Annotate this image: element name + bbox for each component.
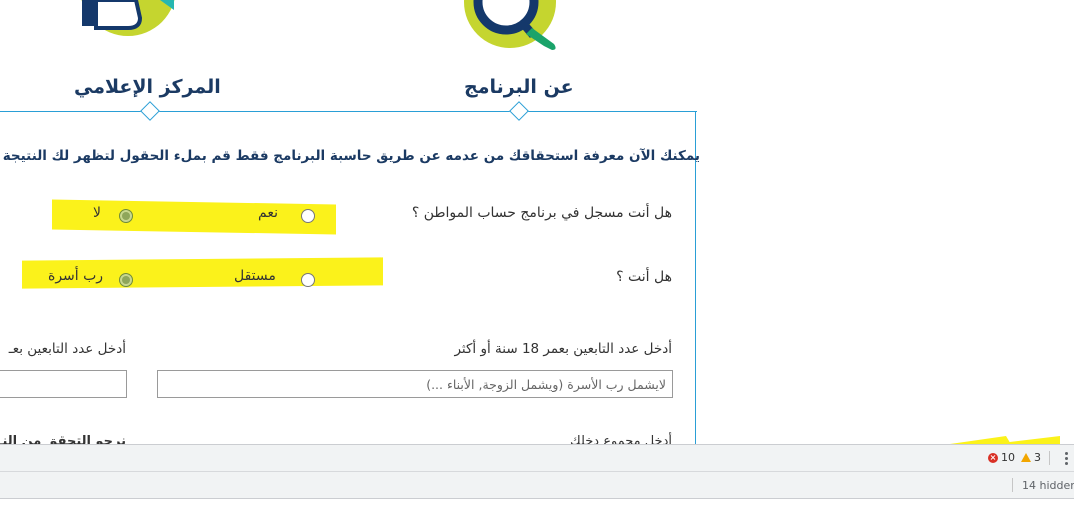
question-type-label: هل أنت ؟	[616, 269, 672, 285]
tab-pointer-about-program	[509, 101, 529, 121]
nav-media-center[interactable]: المركز الإعلامي	[74, 76, 221, 98]
form-intro-text: يمكنك الآن معرفة استحقاقك من عدمه عن طري…	[2, 148, 700, 164]
radio-label-independent: مستقل	[234, 268, 276, 284]
tab-pointer-media-center	[140, 101, 160, 121]
nav-about-program[interactable]: عن البرنامج	[464, 76, 574, 98]
radio-registered-no[interactable]	[119, 209, 133, 223]
radio-registered-yes[interactable]	[301, 209, 315, 223]
radio-label-head-of-family: رب أسرة	[48, 268, 104, 284]
radio-label-yes: نعم	[258, 205, 278, 221]
devtools-console-area	[0, 499, 1074, 520]
dependents-18plus-label: أدخل عدد التابعين بعمر 18 سنة أو أكثر	[454, 341, 672, 357]
dependents-under-input[interactable]	[0, 370, 127, 398]
media-center-icon[interactable]	[78, 0, 178, 40]
radio-label-no: لا	[93, 205, 101, 221]
error-icon[interactable]: ×	[988, 453, 998, 463]
dependents-18plus-input[interactable]	[157, 370, 673, 398]
error-count[interactable]: 10	[1001, 451, 1015, 464]
form-box-top-border	[0, 111, 697, 112]
about-program-icon[interactable]	[460, 0, 570, 52]
dependents-under-label: أدخل عدد التابعين بعـ	[8, 341, 126, 357]
filter-divider	[1012, 478, 1013, 492]
radio-type-head-of-family[interactable]	[119, 273, 133, 287]
warning-count[interactable]: 3	[1034, 451, 1041, 464]
hidden-messages-count: 14 hidden	[1022, 479, 1074, 492]
more-options-icon[interactable]	[1065, 452, 1068, 467]
toolbar-divider	[1049, 451, 1050, 465]
warning-icon[interactable]	[1021, 453, 1031, 462]
question-registered-label: هل أنت مسجل في برنامج حساب المواطن ؟	[411, 205, 672, 221]
radio-type-independent[interactable]	[301, 273, 315, 287]
devtools-toolbar: × 10 3	[0, 444, 1074, 471]
devtools-filter-bar: 14 hidden	[0, 471, 1074, 499]
